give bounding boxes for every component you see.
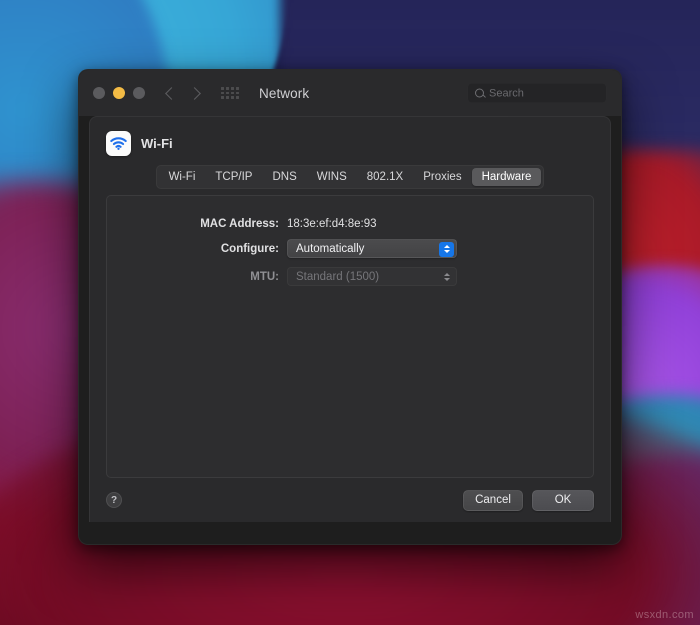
search-input[interactable]: Search (467, 82, 607, 104)
hardware-panel: MAC Address: 18:3e:ef:d4:8e:93 Configure… (106, 195, 594, 478)
sheet-footer: ? Cancel OK (90, 478, 610, 522)
mtu-stepper-icon (439, 270, 454, 285)
tab-wifi[interactable]: Wi-Fi (159, 168, 206, 186)
tab-tcpip[interactable]: TCP/IP (205, 168, 262, 186)
mtu-label: MTU: (250, 270, 279, 283)
tab-dns[interactable]: DNS (262, 168, 306, 186)
tab-proxies[interactable]: Proxies (413, 168, 471, 186)
forward-arrow-icon[interactable] (188, 86, 201, 100)
watermark: wsxdn.com (635, 609, 694, 621)
window-title: Network (259, 85, 310, 101)
search-icon (475, 88, 484, 98)
tab-hardware[interactable]: Hardware (471, 168, 542, 186)
mtu-value: Standard (1500) (296, 270, 380, 283)
mac-address-value: 18:3e:ef:d4:8e:93 (287, 218, 377, 230)
tab-wins[interactable]: WINS (307, 168, 357, 186)
configure-value: Automatically (296, 242, 365, 255)
configure-select[interactable]: Automatically (287, 239, 457, 258)
back-arrow-icon[interactable] (165, 86, 178, 100)
window-toolbar: Network Search (79, 70, 621, 116)
mac-address-row: MAC Address: 18:3e:ef:d4:8e:93 (107, 218, 593, 230)
close-button[interactable] (93, 87, 105, 99)
search-placeholder: Search (489, 87, 524, 99)
navigation-arrows (165, 86, 201, 100)
mac-address-label: MAC Address: (200, 218, 279, 230)
hardware-settings-sheet: Wi-Fi Wi-Fi TCP/IP DNS WINS 802.1X Proxi… (89, 116, 611, 522)
cancel-button[interactable]: Cancel (463, 489, 523, 511)
mtu-row: MTU: Standard (1500) (107, 267, 593, 286)
configure-label: Configure: (220, 242, 279, 255)
wifi-icon (106, 131, 131, 156)
configure-stepper-icon[interactable] (439, 241, 454, 257)
configure-row: Configure: Automatically (107, 239, 593, 258)
ok-button[interactable]: OK (532, 489, 594, 511)
service-header: Wi-Fi (90, 117, 610, 156)
tab-8021x[interactable]: 802.1X (357, 168, 413, 186)
grid-icon[interactable] (221, 87, 239, 99)
traffic-light-controls (93, 87, 145, 99)
service-name: Wi-Fi (141, 136, 173, 151)
settings-tab-bar: Wi-Fi TCP/IP DNS WINS 802.1X Proxies Har… (155, 165, 545, 189)
minimize-button[interactable] (113, 87, 125, 99)
help-button[interactable]: ? (106, 492, 122, 508)
zoom-button[interactable] (133, 87, 145, 99)
mtu-select: Standard (1500) (287, 267, 457, 286)
network-preferences-window: Network Search Wi-Fi Wi-Fi TCP/IP DNS WI… (78, 69, 622, 545)
